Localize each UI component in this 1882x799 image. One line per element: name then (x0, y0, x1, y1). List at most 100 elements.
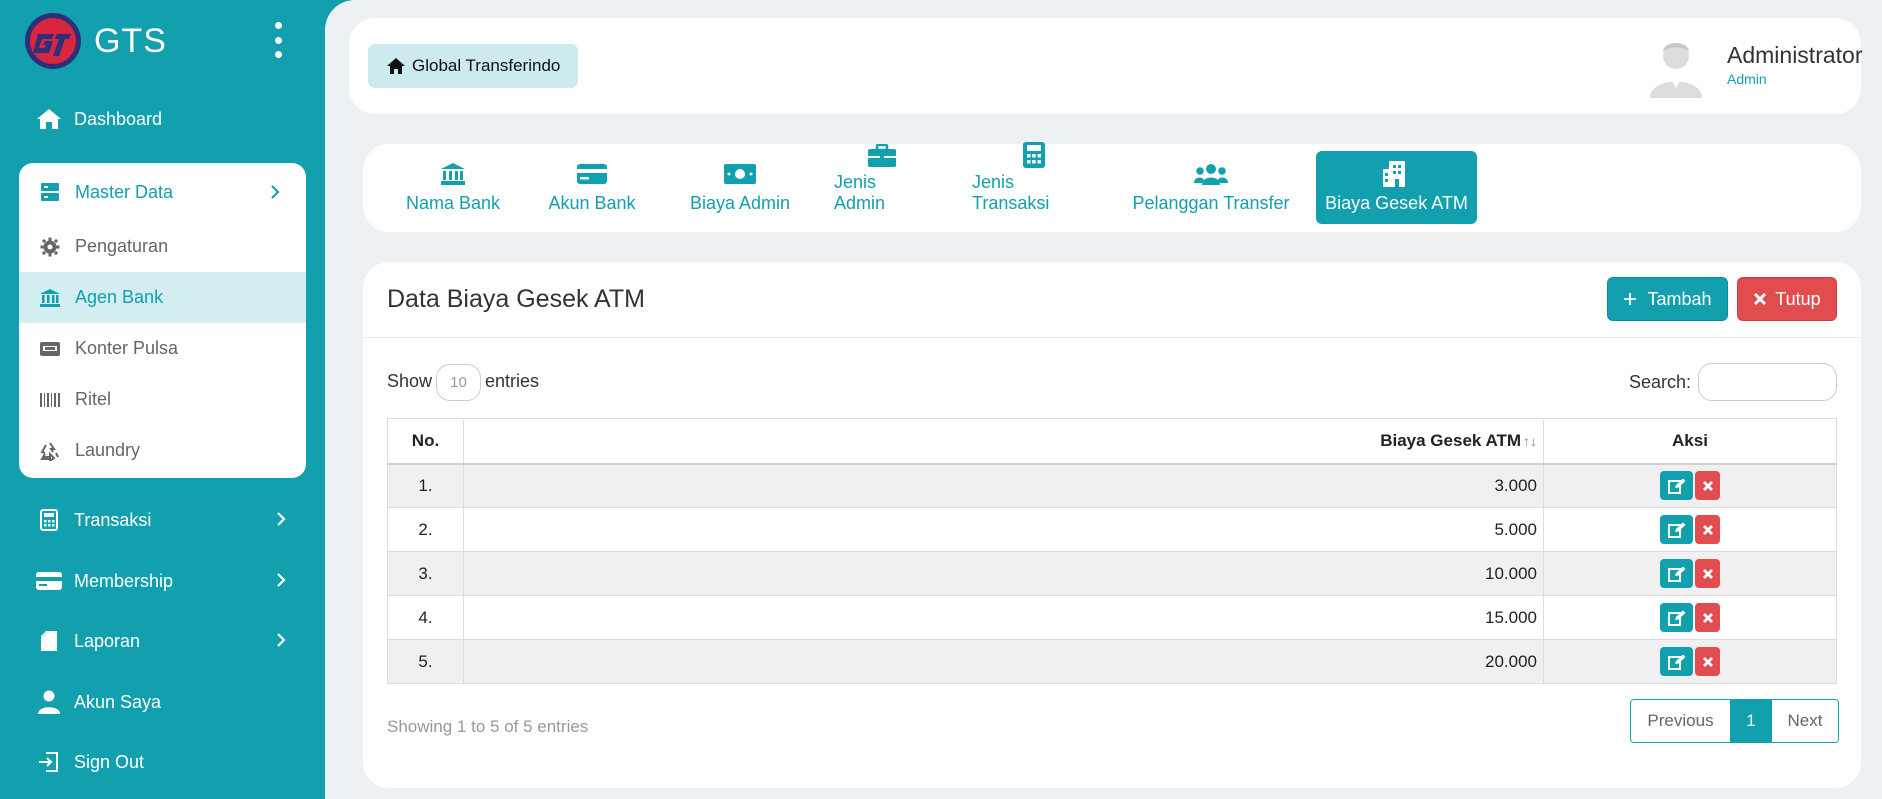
nav-laporan-label: Laporan (74, 630, 141, 651)
nav-master-data[interactable]: Master Data (19, 163, 306, 221)
user-icon (36, 689, 62, 715)
barcode-icon (37, 387, 63, 413)
avatar[interactable] (1646, 36, 1706, 98)
sidebar-item-konter-pulsa[interactable]: Konter Pulsa (19, 323, 306, 374)
row-actions (1543, 463, 1837, 508)
tab-akun-bank[interactable]: Akun Bank (547, 151, 637, 224)
column-header-label: Biaya Gesek ATM (1380, 430, 1521, 450)
page-length-select[interactable]: 10 (436, 364, 481, 401)
breadcrumb[interactable]: Global Transferindo (368, 44, 579, 88)
more-menu-icon[interactable] (270, 22, 286, 58)
nav-membership[interactable]: Membership (36, 563, 296, 599)
table-row: 2. 5.000 (387, 507, 1837, 552)
table-info: Showing 1 to 5 of 5 entries (387, 717, 589, 736)
close-button[interactable]: Tutup (1737, 277, 1837, 321)
pagination: Previous 1 Next (1630, 699, 1839, 743)
tab-bar: Nama Bank Akun Bank Biaya Admin Jenis Ad… (363, 142, 1861, 232)
delete-icon (1702, 656, 1713, 667)
next-page-button[interactable]: Next (1771, 700, 1838, 742)
credit-card-icon (577, 159, 607, 189)
delete-button[interactable] (1695, 559, 1720, 588)
edit-button[interactable] (1660, 603, 1693, 632)
plus-icon (1624, 293, 1637, 305)
table-row: 4. 15.000 (387, 595, 1837, 640)
building-icon (1382, 159, 1411, 189)
delete-button[interactable] (1695, 471, 1720, 501)
tab-nama-bank[interactable]: Nama Bank (405, 151, 501, 224)
previous-page-button[interactable]: Previous (1631, 700, 1731, 742)
page-button-current[interactable]: 1 (1731, 700, 1771, 742)
sidebar-item-label: Konter Pulsa (75, 338, 179, 358)
search-input[interactable] (1698, 363, 1837, 401)
database-icon (37, 179, 63, 205)
row-actions (1543, 595, 1837, 640)
tab-biaya-admin[interactable]: Biaya Admin (689, 151, 791, 224)
edit-icon (1667, 610, 1685, 626)
nav-transaksi-label: Transaksi (74, 509, 152, 530)
entries-label: entries (485, 371, 540, 391)
column-header-biaya[interactable]: Biaya Gesek ATM ↑↓ (463, 418, 1544, 465)
gts-logo-icon (25, 13, 81, 69)
tab-label: Biaya Gesek ATM (1325, 193, 1468, 213)
sort-icon: ↑↓ (1523, 432, 1537, 449)
column-header-no[interactable]: No. (387, 418, 464, 465)
nav-master-data-label: Master Data (75, 181, 174, 202)
close-button-label: Tutup (1775, 288, 1821, 309)
chevron-right-icon (271, 185, 280, 199)
money-bill-icon (724, 159, 756, 189)
column-header-label: Aksi (1672, 430, 1708, 450)
edit-icon (1667, 566, 1685, 582)
show-label: Show (387, 371, 433, 391)
nav-sign-out[interactable]: Sign Out (36, 744, 296, 780)
nav-transaksi[interactable]: Transaksi (36, 502, 296, 538)
add-button[interactable]: Tambah (1607, 277, 1728, 321)
edit-button[interactable] (1660, 647, 1693, 676)
sidebar-item-agen-bank[interactable]: Agen Bank (19, 272, 306, 323)
user-name: Administrator (1727, 42, 1863, 68)
tab-jenis-admin[interactable]: Jenis Admin (834, 144, 930, 224)
brand[interactable]: GTS (24, 12, 167, 70)
calculator-icon (1023, 142, 1045, 168)
column-header-aksi: Aksi (1543, 418, 1837, 465)
tab-jenis-transaksi[interactable]: Jenis Transaksi (972, 142, 1096, 224)
delete-button[interactable] (1695, 515, 1720, 544)
edit-button[interactable] (1660, 559, 1693, 588)
chevron-right-icon (277, 633, 286, 647)
sim-card-icon (37, 336, 63, 362)
delete-button[interactable] (1695, 603, 1720, 632)
table-row: 5. 20.000 (387, 639, 1837, 684)
row-number: 1. (387, 463, 464, 508)
edit-button[interactable] (1660, 515, 1693, 544)
data-card: Data Biaya Gesek ATM Tambah Tutup Show 1… (363, 262, 1861, 788)
file-icon (36, 628, 62, 654)
sidebar-item-label: Agen Bank (75, 287, 164, 307)
edit-button[interactable] (1660, 471, 1693, 501)
delete-icon (1702, 480, 1713, 491)
tab-pelanggan-transfer[interactable]: Pelanggan Transfer (1131, 151, 1291, 224)
delete-button[interactable] (1695, 647, 1720, 676)
row-number: 3. (387, 551, 464, 596)
briefcase-icon (868, 144, 896, 168)
main-content: Global Transferindo Administrator Admin … (325, 0, 1882, 799)
tab-biaya-gesek-atm[interactable]: Biaya Gesek ATM (1316, 151, 1477, 224)
breadcrumb-label: Global Transferindo (412, 56, 561, 75)
nav-dashboard[interactable]: Dashboard (36, 101, 296, 137)
row-actions (1543, 639, 1837, 684)
tab-label: Biaya Admin (689, 193, 791, 213)
sidebar-item-laundry[interactable]: Laundry (19, 425, 306, 476)
sidebar: GTS Dashboard Master Data Pengaturan Age… (0, 0, 325, 799)
brand-name: GTS (94, 21, 167, 60)
close-icon (1754, 292, 1767, 306)
sidebar-item-label: Ritel (75, 389, 112, 409)
sidebar-item-ritel[interactable]: Ritel (19, 374, 306, 425)
tab-label: Akun Bank (548, 193, 636, 213)
delete-icon (1702, 524, 1713, 535)
sidebar-item-pengaturan[interactable]: Pengaturan (19, 221, 306, 272)
nav-laporan[interactable]: Laporan (36, 623, 296, 659)
chevron-right-icon (277, 573, 286, 587)
nav-akun-saya[interactable]: Akun Saya (36, 684, 296, 720)
sidebar-item-label: Pengaturan (75, 236, 169, 256)
search-label: Search: (1629, 372, 1692, 392)
tab-label: Nama Bank (405, 193, 501, 213)
top-header: Global Transferindo Administrator Admin (349, 18, 1863, 114)
